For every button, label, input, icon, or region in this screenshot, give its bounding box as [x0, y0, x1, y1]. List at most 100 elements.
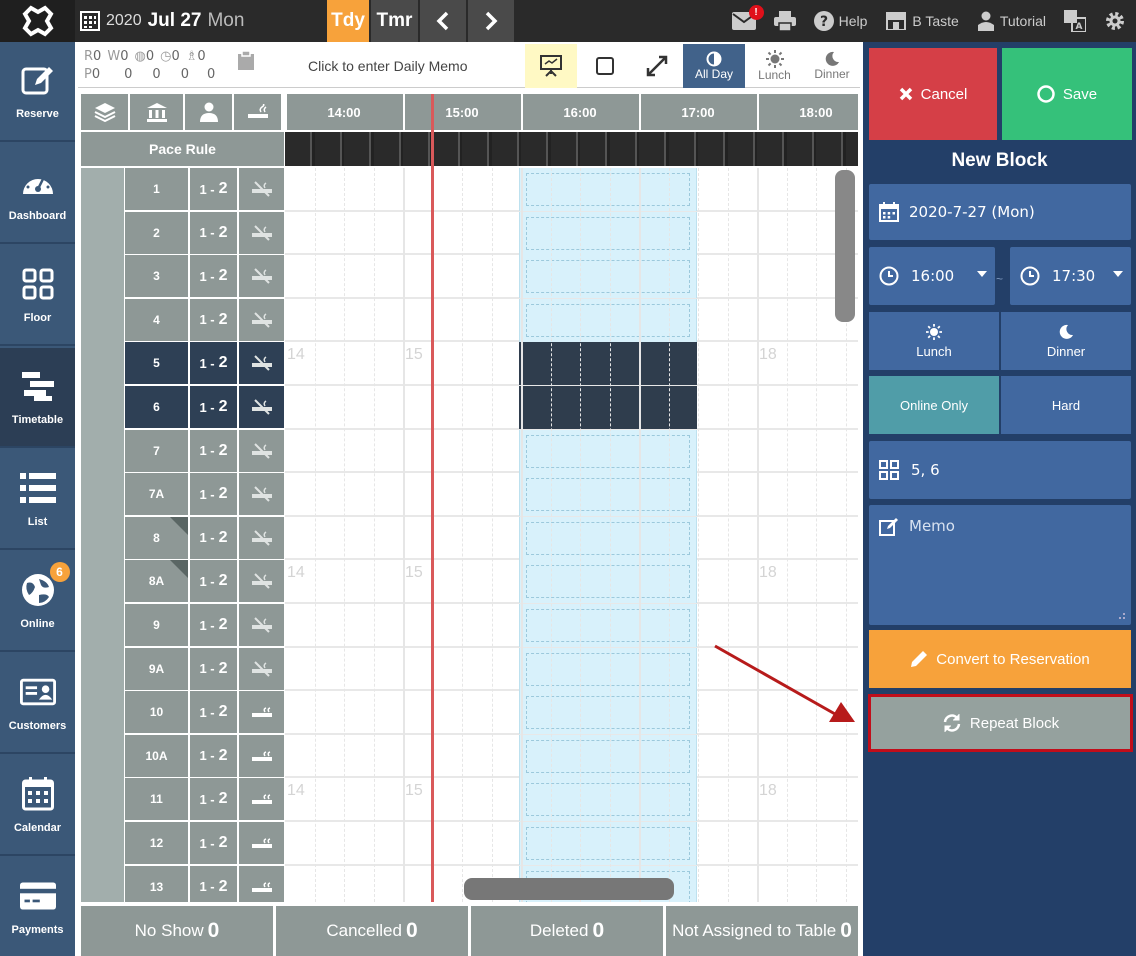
help-button[interactable]: ? Help — [813, 11, 867, 31]
time-grid[interactable]: 14 15 18 14 15 18 14 15 18 — [285, 94, 858, 902]
pace-slot[interactable] — [550, 132, 578, 166]
party-size-header[interactable] — [185, 94, 234, 130]
layers-header[interactable] — [81, 94, 130, 130]
pace-slot[interactable] — [462, 132, 489, 166]
selected-block-cell[interactable] — [519, 386, 697, 429]
table-row[interactable]: 31 -2 — [125, 255, 285, 298]
memo-clipboard-icon[interactable] — [236, 50, 256, 72]
start-time-select[interactable]: 16:00 — [869, 247, 995, 305]
pace-slot[interactable] — [816, 132, 843, 166]
pace-slot[interactable] — [373, 132, 401, 166]
sidebar-item-list[interactable]: List — [0, 450, 75, 550]
blocked-slot[interactable] — [519, 560, 697, 604]
pace-slot[interactable] — [344, 132, 371, 166]
pace-slot[interactable] — [609, 132, 637, 166]
today-button[interactable]: Tdy — [327, 0, 369, 42]
vertical-scrollbar[interactable] — [835, 170, 855, 322]
all-day-filter[interactable]: All Day — [683, 44, 745, 88]
blocked-slot[interactable] — [519, 778, 697, 822]
sidebar-item-online[interactable]: 6 Online — [0, 552, 75, 652]
table-row[interactable]: 41 -2 — [125, 298, 285, 342]
blocked-slot[interactable] — [519, 734, 697, 778]
dinner-toggle[interactable]: Dinner — [1001, 312, 1131, 370]
blocked-slot[interactable] — [519, 516, 697, 560]
blocked-slot[interactable] — [519, 211, 697, 255]
block-date-field[interactable]: 2020-7-27 (Mon) — [869, 184, 1131, 240]
table-row[interactable]: 10A 1 -2 — [125, 734, 285, 778]
tutorial-button[interactable]: Tutorial — [977, 11, 1046, 31]
blocked-slot[interactable] — [519, 691, 697, 735]
selected-block-cell[interactable] — [519, 342, 697, 386]
table-row[interactable]: 7A 1 -2 — [125, 473, 285, 516]
sidebar-item-timetable[interactable]: Timetable — [0, 348, 75, 448]
table-row[interactable]: 12 1 -2 — [125, 822, 285, 865]
settings-button[interactable] — [1104, 10, 1126, 32]
table-row[interactable]: 10 1 -2 — [125, 691, 285, 734]
table-row[interactable]: 51 -2 — [125, 342, 285, 385]
table-row[interactable]: 71 -2 — [125, 429, 285, 473]
pace-slot[interactable] — [432, 132, 460, 166]
pace-slot[interactable] — [285, 132, 312, 166]
lunch-filter[interactable]: Lunch — [747, 44, 802, 88]
pace-slot[interactable] — [639, 132, 666, 166]
expand-button[interactable] — [631, 44, 683, 88]
save-button[interactable]: Save — [1002, 48, 1132, 140]
cancel-button[interactable]: Cancel — [869, 48, 997, 140]
pace-slot[interactable] — [727, 132, 755, 166]
table-header[interactable] — [130, 94, 185, 130]
table-row[interactable]: 11 1 -2 — [125, 778, 285, 821]
pace-slot[interactable] — [845, 132, 858, 166]
blocked-slot[interactable] — [519, 604, 697, 647]
pace-slot[interactable] — [403, 132, 430, 166]
table-row[interactable]: 61 -2 — [125, 386, 285, 429]
pace-slot[interactable] — [757, 132, 784, 166]
pace-slot[interactable] — [521, 132, 548, 166]
sidebar-item-floor[interactable]: Floor — [0, 246, 75, 346]
table-row[interactable]: 11 -2 — [125, 168, 285, 211]
end-time-select[interactable]: 17:30 — [1010, 247, 1131, 305]
no-show-stat[interactable]: No Show 0 — [81, 906, 273, 956]
cancelled-stat[interactable]: Cancelled 0 — [276, 906, 468, 956]
tomorrow-button[interactable]: Tmr — [371, 0, 418, 42]
presenter-view-button[interactable] — [525, 44, 577, 88]
table-row[interactable]: 13 1 -2 — [125, 865, 285, 902]
horizontal-scrollbar[interactable] — [464, 878, 674, 900]
blocked-slot[interactable] — [519, 822, 697, 865]
daily-memo-input[interactable]: Click to enter Daily Memo — [308, 58, 468, 74]
sidebar-item-customers[interactable]: Customers — [0, 654, 75, 754]
blocked-slot[interactable] — [519, 298, 697, 342]
table-row[interactable]: 21 -2 — [125, 211, 285, 255]
sidebar-item-dashboard[interactable]: Dashboard — [0, 144, 75, 244]
dinner-filter[interactable]: Dinner — [804, 44, 860, 88]
resize-handle[interactable] — [1119, 613, 1125, 619]
pace-slot[interactable] — [314, 132, 342, 166]
table-row[interactable]: 9A 1 -2 — [125, 647, 285, 691]
pace-slot[interactable] — [698, 132, 725, 166]
previous-day-button[interactable] — [420, 0, 466, 42]
repeat-block-button[interactable]: Repeat Block — [868, 694, 1133, 752]
block-memo-textarea[interactable]: Memo — [869, 505, 1131, 625]
sidebar-item-payments[interactable]: Payments — [0, 858, 75, 956]
blocked-slot[interactable] — [519, 647, 697, 691]
table-view-toggle[interactable] — [581, 44, 629, 88]
next-day-button[interactable] — [468, 0, 514, 42]
date-display[interactable]: 2020 Jul 27 Mon — [80, 0, 244, 42]
blocked-slot[interactable] — [519, 473, 697, 517]
deleted-stat[interactable]: Deleted 0 — [471, 906, 663, 956]
block-tables-field[interactable]: 5, 6 — [869, 441, 1131, 499]
table-row[interactable]: 81 -2 — [125, 516, 285, 560]
hard-block-toggle[interactable]: Hard — [1001, 376, 1131, 434]
blocked-slot[interactable] — [519, 255, 697, 299]
smoking-header[interactable] — [234, 94, 283, 130]
sidebar-item-calendar[interactable]: Calendar — [0, 756, 75, 856]
pace-slot[interactable] — [580, 132, 607, 166]
pace-slot[interactable] — [786, 132, 814, 166]
app-logo-icon[interactable] — [0, 0, 75, 42]
pace-slot[interactable] — [668, 132, 696, 166]
mail-button[interactable]: ! — [731, 5, 764, 30]
lunch-toggle[interactable]: Lunch — [869, 312, 999, 370]
store-button[interactable]: B Taste — [885, 12, 959, 30]
sidebar-item-reserve[interactable]: Reserve — [0, 42, 75, 142]
table-row[interactable]: 91 -2 — [125, 604, 285, 647]
online-only-toggle[interactable]: Online Only — [869, 376, 999, 434]
